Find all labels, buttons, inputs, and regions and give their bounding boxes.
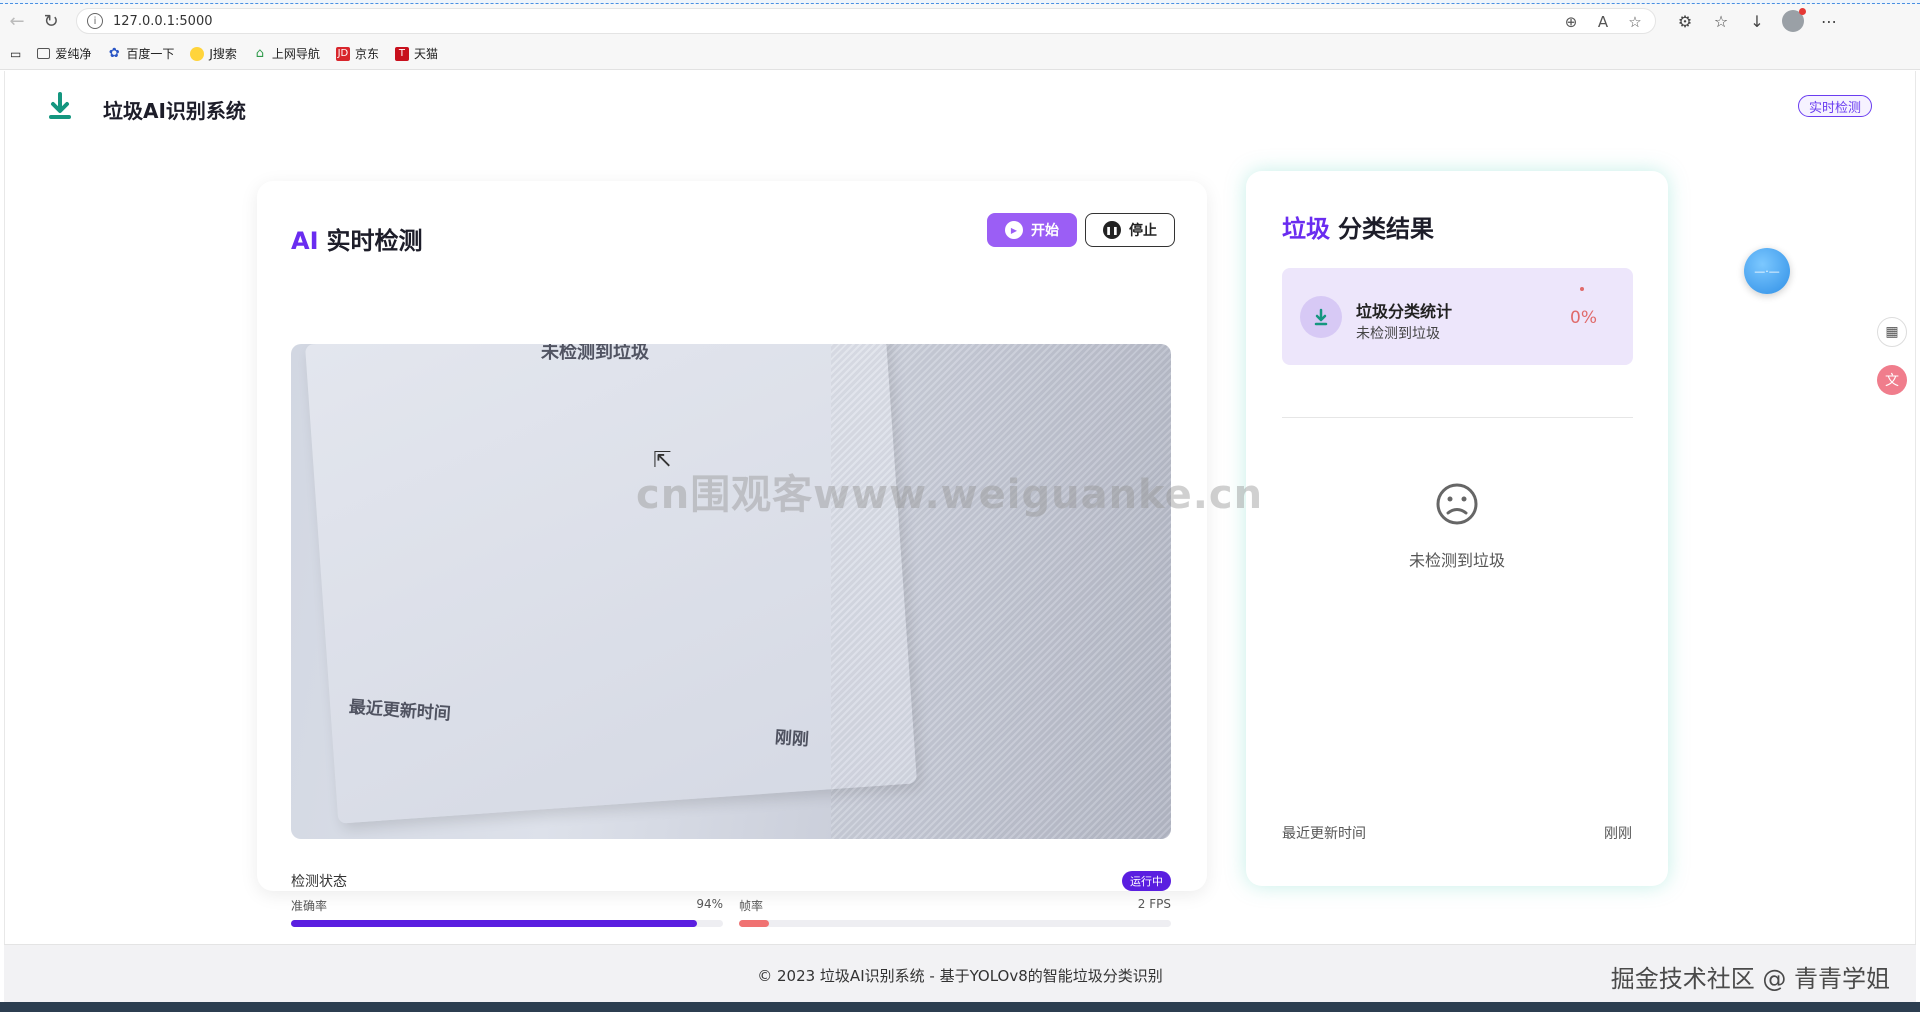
favorites-icon[interactable]: ☆: [1710, 10, 1732, 32]
favorite-star-icon[interactable]: ☆: [1625, 12, 1645, 32]
fps-value: 2 FPS: [1137, 897, 1171, 911]
bookmark-item[interactable]: T 天猫: [394, 45, 438, 62]
status-row: 检测状态 运行中: [291, 871, 1171, 891]
footer: © 2023 垃圾AI识别系统 - 基于YOLOv8的智能垃圾分类识别 掘金技术…: [4, 944, 1916, 1002]
bookmark-item[interactable]: ✿ 百度一下: [107, 45, 174, 62]
bookmark-item[interactable]: J搜索: [190, 45, 237, 62]
search-logo-icon: [190, 46, 205, 61]
bookmarks-bar: ▭ 爱纯净 ✿ 百度一下 J搜索 ⌂ 上网导航 JD 京东 T 天猫: [0, 38, 1920, 70]
stats-indicator-dot: [1580, 287, 1584, 291]
pause-icon: ❚❚: [1103, 221, 1121, 239]
app-title: 垃圾AI识别系统: [103, 99, 246, 123]
bookmark-item[interactable]: 爱纯净: [37, 45, 91, 62]
result-title-text: 分类结果: [1338, 215, 1434, 243]
url-text[interactable]: 127.0.0.1:5000: [113, 14, 213, 29]
jd-icon: JD: [335, 46, 350, 61]
empty-state-text: 未检测到垃圾: [1408, 551, 1505, 570]
detection-title-text: 实时检测: [326, 227, 423, 255]
status-label: 检测状态: [291, 874, 347, 890]
stop-button[interactable]: ❚❚ 停止: [1085, 213, 1175, 247]
feed-text-right: 刚刚: [774, 727, 810, 751]
accuracy-metric: 准确率 94%: [291, 897, 723, 927]
browser-actions: ⚙ ☆ ↓ ⋯: [1674, 8, 1840, 32]
feed-text-top: 未检测到垃圾: [541, 344, 649, 363]
floating-assistant-button[interactable]: —·—: [1744, 248, 1790, 294]
accuracy-bar-fill: [291, 920, 698, 927]
download-icon: [1300, 296, 1342, 338]
bookmark-item[interactable]: JD 京东: [335, 45, 379, 62]
camera-feed-texture: [831, 344, 1171, 839]
folder-icon: [37, 48, 51, 59]
start-button[interactable]: ▶ 开始: [987, 213, 1077, 247]
more-menu-icon[interactable]: ⋯: [1818, 10, 1840, 32]
site-info-icon[interactable]: i: [87, 13, 103, 29]
result-card: 垃圾 分类结果 垃圾分类统计 未检测到垃圾 0% 未检测到垃圾 最近更新时间 刚刚: [1246, 171, 1668, 886]
qr-code-icon[interactable]: ▦: [1877, 317, 1907, 347]
read-aloud-icon[interactable]: A: [1593, 12, 1613, 32]
downloads-icon[interactable]: ↓: [1746, 10, 1768, 32]
camera-feed-paper: [304, 344, 918, 824]
profile-avatar[interactable]: [1782, 8, 1806, 32]
reload-icon[interactable]: ↻: [34, 4, 68, 38]
update-time-value: 刚刚: [1604, 826, 1632, 842]
baidu-icon: ✿: [108, 46, 120, 61]
accuracy-bar: [291, 920, 723, 927]
app-page: 垃圾AI识别系统 实时检测 AI 实时检测 ▶ 开始 ❚❚ 停止 未检测到垃圾 最…: [4, 71, 1916, 1005]
address-actions: ⊕ A ☆: [1561, 12, 1645, 32]
back-icon[interactable]: ←: [0, 4, 34, 38]
detection-title-accent: AI: [291, 227, 319, 255]
stats-percent: 0%: [1570, 308, 1597, 328]
detection-title: AI 实时检测: [291, 221, 423, 256]
update-time-label: 最近更新时间: [1282, 826, 1366, 842]
fps-bar: [739, 920, 1171, 927]
result-title-accent: 垃圾: [1282, 215, 1330, 243]
footer-credit: 掘金技术社区 @ 青青学姐: [1610, 965, 1890, 993]
zoom-icon[interactable]: ⊕: [1561, 12, 1581, 32]
extensions-icon[interactable]: ⚙: [1674, 10, 1696, 32]
divider: [1282, 417, 1633, 418]
accuracy-value: 94%: [696, 897, 723, 911]
watermark: cn围观客www.weiguanke.cn: [636, 472, 1264, 518]
fps-label: 帧率: [739, 899, 764, 913]
bookmark-item[interactable]: ⌂ 上网导航: [253, 45, 320, 62]
bookmarks-menu-icon[interactable]: ▭: [10, 47, 21, 61]
stats-title: 垃圾分类统计: [1356, 302, 1453, 321]
browser-toolbar: ← ↻ i 127.0.0.1:5000 ⊕ A ☆ ⚙ ☆ ↓ ⋯: [0, 4, 1920, 38]
stats-subtitle: 未检测到垃圾: [1356, 326, 1440, 342]
download-logo-icon: [49, 92, 71, 119]
running-badge: 运行中: [1122, 871, 1171, 891]
play-icon: ▶: [1005, 221, 1023, 239]
fps-bar-fill: [739, 920, 770, 927]
taskbar-strip: [0, 1002, 1920, 1012]
stats-box: 垃圾分类统计 未检测到垃圾 0%: [1282, 268, 1633, 365]
navigation-icon: ⌂: [255, 46, 265, 61]
result-title: 垃圾 分类结果: [1282, 209, 1434, 244]
detection-card: AI 实时检测 ▶ 开始 ❚❚ 停止 未检测到垃圾 最近更新时间 刚刚 ⇱ 检测状…: [257, 181, 1207, 927]
translate-icon[interactable]: 文: [1877, 365, 1907, 395]
camera-feed: 未检测到垃圾 最近更新时间 刚刚 ⇱: [291, 344, 1171, 839]
realtime-badge[interactable]: 实时检测: [1798, 95, 1873, 117]
sad-face-icon: [1436, 483, 1478, 525]
fps-metric: 帧率 2 FPS: [739, 897, 1171, 927]
accuracy-label: 准确率: [291, 899, 328, 913]
address-bar[interactable]: i 127.0.0.1:5000 ⊕ A ☆: [76, 8, 1656, 34]
tmall-icon: T: [394, 46, 409, 61]
